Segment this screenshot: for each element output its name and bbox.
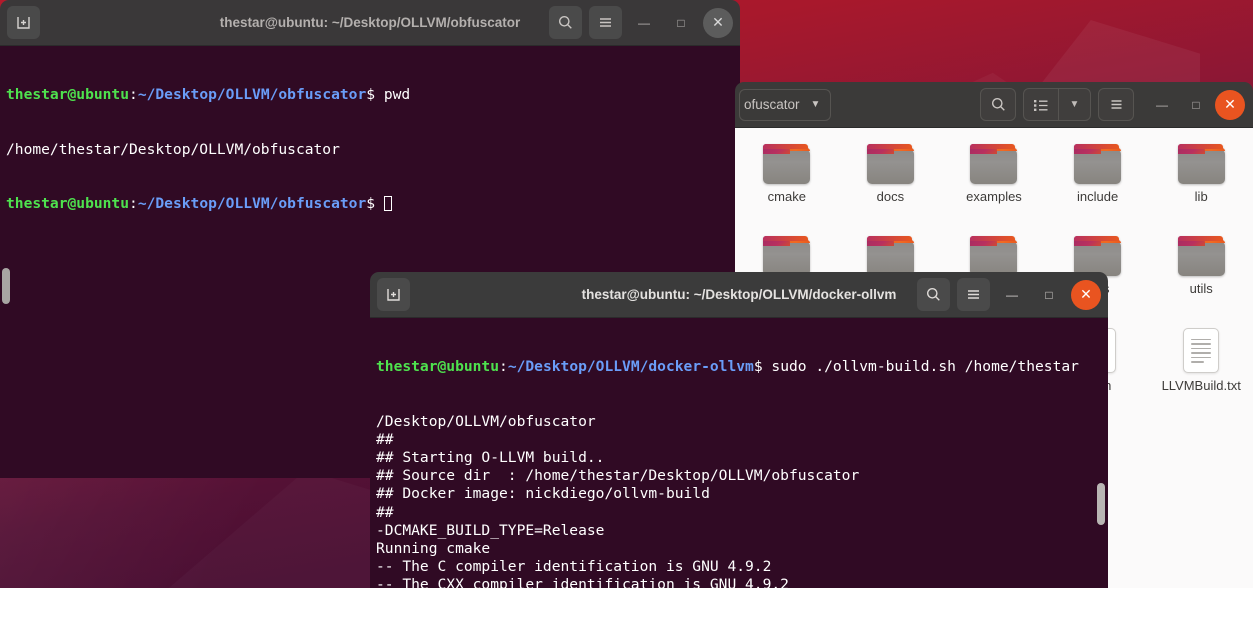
folder-icon xyxy=(970,236,1017,276)
text-cursor xyxy=(384,196,392,211)
file-manager-window-controls[interactable]: — □ ✕ xyxy=(1147,90,1245,120)
titlebar-file-manager[interactable]: ofuscator ▼ ▼ xyxy=(735,82,1253,128)
front-terminal-titlebar-controls[interactable]: — □ ✕ xyxy=(917,278,1101,311)
file-icon-line xyxy=(1191,339,1211,341)
prompt-path: ~/Desktop/OLLVM/obfuscator xyxy=(138,86,366,103)
prompt-command xyxy=(375,195,384,212)
back-terminal-titlebar-controls[interactable]: — □ ✕ xyxy=(549,6,733,39)
folder-item[interactable]: include xyxy=(1046,144,1150,236)
folder-item[interactable]: docs xyxy=(839,144,943,236)
file-icon-line xyxy=(1191,352,1211,354)
minimize-button-back-terminal[interactable]: — xyxy=(629,8,659,38)
hamburger-menu-icon[interactable] xyxy=(957,278,990,311)
prompt-sep: : xyxy=(129,86,138,103)
terminal-line: -- The C compiler identification is GNU … xyxy=(376,558,1102,576)
prompt-path: ~/Desktop/OLLVM/docker-ollvm xyxy=(508,358,754,375)
breadcrumb-label: ofuscator xyxy=(744,97,800,112)
front-terminal-scrollbar[interactable] xyxy=(1097,483,1105,525)
item-label: include xyxy=(1077,189,1118,204)
prompt-user: thestar@ubuntu xyxy=(6,195,129,212)
new-tab-icon[interactable] xyxy=(377,278,410,311)
hamburger-menu-icon[interactable] xyxy=(589,6,622,39)
minimize-button-front-terminal[interactable]: — xyxy=(997,280,1027,310)
prompt-sep: : xyxy=(129,195,138,212)
terminal-line: ## Source dir : /home/thestar/Desktop/OL… xyxy=(376,467,1102,485)
file-icon-line xyxy=(1191,357,1211,359)
prompt-path: ~/Desktop/OLLVM/obfuscator xyxy=(138,195,366,212)
maximize-button-front-terminal[interactable]: □ xyxy=(1034,280,1064,310)
file-item[interactable]: LLVMBuild.txt xyxy=(1149,328,1253,420)
prompt-user: thestar@ubuntu xyxy=(376,358,499,375)
terminal-line: Running cmake xyxy=(376,540,1102,558)
hamburger-menu-icon[interactable] xyxy=(1098,88,1134,121)
maximize-button-back-terminal[interactable]: □ xyxy=(666,8,696,38)
titlebar-front-terminal[interactable]: thestar@ubuntu: ~/Desktop/OLLVM/docker-o… xyxy=(370,272,1108,318)
titlebar-back-terminal[interactable]: thestar@ubuntu: ~/Desktop/OLLVM/obfuscat… xyxy=(0,0,740,46)
prompt-sep: : xyxy=(499,358,508,375)
terminal-line: ## xyxy=(376,431,1102,449)
close-button-file-manager[interactable]: ✕ xyxy=(1215,90,1245,120)
folder-icon xyxy=(1178,236,1225,276)
folder-item[interactable]: utils xyxy=(1149,236,1253,328)
folder-icon xyxy=(867,236,914,276)
folder-item[interactable]: cmake xyxy=(735,144,839,236)
folder-icon xyxy=(1074,144,1121,184)
item-label: cmake xyxy=(768,189,806,204)
back-terminal-scrollbar[interactable] xyxy=(2,268,10,304)
chevron-down-icon[interactable]: ▼ xyxy=(1059,89,1090,120)
folder-item[interactable]: examples xyxy=(942,144,1046,236)
breadcrumb-path-button[interactable]: ofuscator ▼ xyxy=(739,89,831,121)
search-icon[interactable] xyxy=(917,278,950,311)
item-label: LLVMBuild.txt xyxy=(1162,378,1241,393)
list-view-icon[interactable] xyxy=(1024,89,1058,120)
file-icon-line xyxy=(1191,343,1211,345)
item-label: docs xyxy=(877,189,904,204)
terminal-line: -DCMAKE_BUILD_TYPE=Release xyxy=(376,522,1102,540)
prompt-command: sudo ./ollvm-build.sh /home/thestar xyxy=(763,358,1079,375)
folder-icon xyxy=(1178,144,1225,184)
terminal-line: thestar@ubuntu:~/Desktop/OLLVM/docker-ol… xyxy=(376,358,1102,376)
file-icon-line xyxy=(1191,361,1203,363)
terminal-line: thestar@ubuntu:~/Desktop/OLLVM/obfuscato… xyxy=(6,195,734,213)
terminal-line: /Desktop/OLLVM/obfuscator xyxy=(376,413,1102,431)
folder-icon xyxy=(867,144,914,184)
new-tab-icon[interactable] xyxy=(7,6,40,39)
front-terminal-output[interactable]: thestar@ubuntu:~/Desktop/OLLVM/docker-ol… xyxy=(370,318,1108,588)
prompt-dollar: $ xyxy=(754,358,763,375)
search-icon[interactable] xyxy=(980,88,1016,121)
prompt-dollar: $ xyxy=(366,86,375,103)
minimize-button-file-manager[interactable]: — xyxy=(1147,90,1177,120)
chevron-down-icon: ▼ xyxy=(811,99,821,110)
view-mode-control[interactable]: ▼ xyxy=(1023,88,1091,121)
terminal-line: ## xyxy=(376,504,1102,522)
terminal-line: ## Docker image: nickdiego/ollvm-build xyxy=(376,485,1102,503)
text-file-icon xyxy=(1183,328,1219,373)
item-label: lib xyxy=(1195,189,1208,204)
file-icon-line xyxy=(1191,348,1211,350)
search-icon[interactable] xyxy=(549,6,582,39)
item-label: utils xyxy=(1190,281,1213,296)
close-button-front-terminal[interactable]: ✕ xyxy=(1071,280,1101,310)
folder-icon xyxy=(763,144,810,184)
prompt-dollar: $ xyxy=(366,195,375,212)
close-button-back-terminal[interactable]: ✕ xyxy=(703,8,733,38)
terminal-line: thestar@ubuntu:~/Desktop/OLLVM/obfuscato… xyxy=(6,86,734,104)
folder-item[interactable]: lib xyxy=(1149,144,1253,236)
prompt-user: thestar@ubuntu xyxy=(6,86,129,103)
folder-icon xyxy=(763,236,810,276)
maximize-button-file-manager[interactable]: □ xyxy=(1181,90,1211,120)
front-terminal-output-lines: /Desktop/OLLVM/obfuscator#### Starting O… xyxy=(376,413,1102,588)
terminal-window-docker-ollvm[interactable]: thestar@ubuntu: ~/Desktop/OLLVM/docker-o… xyxy=(370,272,1108,588)
item-label: examples xyxy=(966,189,1022,204)
folder-icon xyxy=(970,144,1017,184)
terminal-line: ## Starting O-LLVM build.. xyxy=(376,449,1102,467)
folder-icon xyxy=(1074,236,1121,276)
prompt-command: pwd xyxy=(375,86,410,103)
terminal-line: -- The CXX compiler identification is GN… xyxy=(376,576,1102,588)
terminal-line: /home/thestar/Desktop/OLLVM/obfuscator xyxy=(6,141,734,159)
